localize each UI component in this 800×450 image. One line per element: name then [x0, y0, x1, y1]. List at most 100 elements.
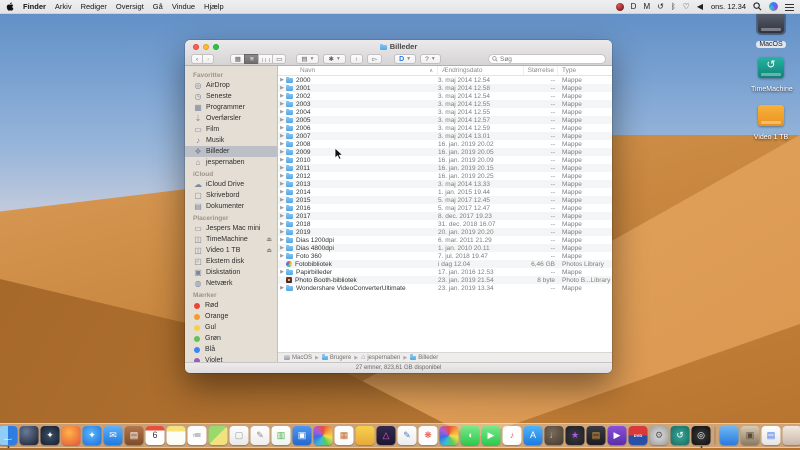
disclosure-triangle-icon[interactable]: ▶: [278, 117, 286, 123]
dock-icon-keynote[interactable]: ▣: [293, 426, 312, 445]
dock-icon-textedit[interactable]: ✎: [251, 426, 270, 445]
dock-icon-imovie[interactable]: ★: [566, 426, 585, 445]
heart-icon[interactable]: ♡: [683, 0, 690, 14]
file-row-2016[interactable]: ▶20165. maj 2017 12.47--Mappe: [278, 204, 612, 212]
dock-icon-messages[interactable]: ◖: [461, 426, 480, 445]
tag-button[interactable]: ▻: [367, 54, 382, 64]
dock-icon-photos-wheel-1[interactable]: [314, 426, 333, 445]
dock-icon-calendar[interactable]: 6: [146, 426, 165, 445]
file-row-2007[interactable]: ▶20073. maj 2014 13.01--Mappe: [278, 132, 612, 140]
time-machine-menu-icon[interactable]: ↺: [657, 0, 664, 14]
disclosure-triangle-icon[interactable]: ▶: [278, 141, 286, 147]
menu-item-vindue[interactable]: Vindue: [172, 2, 195, 11]
path-item-macos[interactable]: MacOS: [292, 355, 312, 361]
disclosure-triangle-icon[interactable]: ▶: [278, 245, 286, 251]
dock-icon-final-cut[interactable]: ▤: [587, 426, 606, 445]
file-row-2018[interactable]: ▶201831. dec. 2018 16.07--Mappe: [278, 220, 612, 228]
disclosure-triangle-icon[interactable]: ▶: [278, 229, 286, 235]
dock-icon-garageband[interactable]: ♩: [545, 426, 564, 445]
back-button[interactable]: ‹: [191, 54, 202, 64]
dock-icon-color-burst[interactable]: ❋: [419, 426, 438, 445]
dock-icon-notes[interactable]: [167, 426, 186, 445]
dock-icon-maps[interactable]: [209, 426, 228, 445]
bluetooth-icon[interactable]: ᛒ: [671, 0, 676, 14]
disclosure-triangle-icon[interactable]: ▶: [278, 269, 286, 275]
dock-icon-facetime[interactable]: ▶: [482, 426, 501, 445]
sidebar-item-overførsler[interactable]: ⇣Overførsler: [185, 113, 277, 124]
sidebar-item-ekstern-disk[interactable]: ◰Ekstern disk: [185, 256, 277, 267]
apple-menu-icon[interactable]: [6, 2, 15, 11]
file-row-papirbilleder[interactable]: ▶Papirbilleder17. jan. 2016 12.53--Mappe: [278, 268, 612, 276]
disclosure-triangle-icon[interactable]: ▶: [278, 205, 286, 211]
dock-icon-photos-wheel-2[interactable]: [440, 426, 459, 445]
sidebar-item-skrivebord[interactable]: ▢Skrivebord: [185, 190, 277, 201]
sidebar-item-seneste[interactable]: ◷Seneste: [185, 91, 277, 102]
dock-icon-time-machine-app[interactable]: ↺: [671, 426, 690, 445]
desktop-icon-video[interactable]: Video 1 TB: [748, 105, 794, 144]
disclosure-triangle-icon[interactable]: ▶: [278, 285, 286, 291]
menu-item-arkiv[interactable]: Arkiv: [55, 2, 72, 11]
desktop-icon-tm[interactable]: TimeMachine: [748, 57, 794, 96]
disclosure-triangle-icon[interactable]: ▶: [278, 165, 286, 171]
help-button[interactable]: ?▼: [420, 54, 441, 64]
dock-icon-obs[interactable]: ◎: [692, 426, 711, 445]
sidebar-item-musik[interactable]: ♪Musik: [185, 135, 277, 146]
file-row-2011[interactable]: ▶201116. jan. 2019 20.15--Mappe: [278, 164, 612, 172]
sidebar-item-timemachine[interactable]: ◫TimeMachine⏏: [185, 234, 277, 245]
disclosure-triangle-icon[interactable]: ▶: [278, 237, 286, 243]
app-d-icon[interactable]: D: [631, 0, 637, 14]
path-item-jespernaben[interactable]: jespernaben: [367, 355, 400, 361]
dock-icon-doc-pen[interactable]: ✎: [398, 426, 417, 445]
disclosure-triangle-icon[interactable]: ▶: [278, 213, 286, 219]
sidebar-item-netværk[interactable]: ◍Netværk: [185, 278, 277, 289]
dock-icon-affinity-triangle[interactable]: △: [377, 426, 396, 445]
file-row-2008[interactable]: ▶200816. jan. 2019 20.02--Mappe: [278, 140, 612, 148]
dock-icon-launchpad[interactable]: ✦: [41, 426, 60, 445]
notification-center-icon[interactable]: [785, 4, 794, 12]
dock-icon-player-purple[interactable]: ▶: [608, 426, 627, 445]
sidebar-item-video-1-tb[interactable]: ◫Video 1 TB⏏: [185, 245, 277, 256]
dock-icon-numbers[interactable]: ▥: [272, 426, 291, 445]
file-row-2010[interactable]: ▶201016. jan. 2019 20.09--Mappe: [278, 156, 612, 164]
column-header-type[interactable]: Type: [558, 66, 612, 75]
view-gallery-button[interactable]: ▭: [272, 54, 286, 64]
dock-icon-libreoffice[interactable]: ▢: [230, 426, 249, 445]
path-item-brugere[interactable]: Brugere: [330, 355, 351, 361]
dock-icon-itunes[interactable]: ♪: [503, 426, 522, 445]
dock-icon-color-squares[interactable]: ▦: [335, 426, 354, 445]
sidebar-item-dokumenter[interactable]: ▤Dokumenter: [185, 201, 277, 212]
file-row-2014[interactable]: ▶20141. jan. 2015 19.44--Mappe: [278, 188, 612, 196]
file-row-2002[interactable]: ▶20023. maj 2014 12.54--Mappe: [278, 92, 612, 100]
dock-icon-firefox[interactable]: [62, 426, 81, 445]
disclosure-triangle-icon[interactable]: ▶: [278, 109, 286, 115]
dock-icon-system-preferences[interactable]: ⚙: [650, 426, 669, 445]
volume-icon[interactable]: ◀: [697, 0, 703, 14]
dock-icon-dvd-app[interactable]: DVD: [629, 426, 648, 445]
disclosure-triangle-icon[interactable]: ▶: [278, 125, 286, 131]
group-button[interactable]: ▤▼: [296, 54, 319, 64]
disclosure-triangle-icon[interactable]: ▶: [278, 181, 286, 187]
path-item-billeder[interactable]: Billeder: [418, 355, 438, 361]
file-row-2019[interactable]: ▶201920. jan. 2019 20.20--Mappe: [278, 228, 612, 236]
menu-item-finder[interactable]: Finder: [23, 2, 46, 11]
menu-clock[interactable]: ons. 12.34: [711, 2, 746, 11]
menu-item-gå[interactable]: Gå: [153, 2, 163, 11]
forward-button[interactable]: ›: [202, 54, 214, 64]
sidebar-item-gul[interactable]: Gul: [185, 322, 277, 333]
dock-icon-finder[interactable]: ‿: [0, 426, 18, 445]
sidebar-item-violet[interactable]: Violet: [185, 355, 277, 362]
view-icons-button[interactable]: ▦: [230, 54, 244, 64]
sidebar-item-blå[interactable]: Blå: [185, 344, 277, 355]
dock-icon-cyberduck[interactable]: [356, 426, 375, 445]
dock-icon-app-dark-sphere[interactable]: [20, 426, 39, 445]
file-row-2005[interactable]: ▶20053. maj 2014 12.57--Mappe: [278, 116, 612, 124]
column-header-date[interactable]: Ændringsdato: [438, 66, 524, 75]
extension-d-button[interactable]: D▼: [394, 54, 416, 64]
view-list-button[interactable]: ≡: [244, 54, 258, 64]
menu-item-rediger[interactable]: Rediger: [81, 2, 107, 11]
file-row-foto-360[interactable]: ▶Foto 3607. jul. 2018 19.47--Mappe: [278, 252, 612, 260]
disclosure-triangle-icon[interactable]: ▶: [278, 93, 286, 99]
file-row-dias-1200dpi[interactable]: ▶Dias 1200dpi6. mar. 2011 21.29--Mappe: [278, 236, 612, 244]
disclosure-triangle-icon[interactable]: ▶: [278, 133, 286, 139]
eject-icon[interactable]: ⏏: [266, 247, 272, 254]
